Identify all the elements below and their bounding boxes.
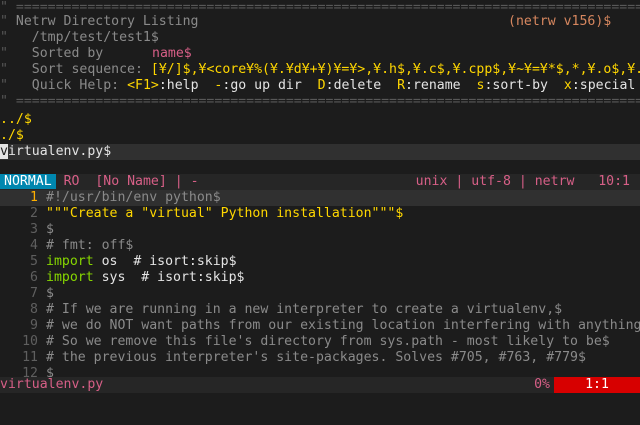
help-key-rename: R — [397, 78, 406, 93]
netrw-rule-bottom: " ======================================… — [0, 94, 640, 109]
code-line[interactable]: 2 """Create a "virtual" Python installati… — [0, 206, 640, 222]
code-text: os # isort:skip$ — [93, 254, 237, 269]
netrw-path: /tmp/test/test1$ — [31, 30, 159, 45]
netrw-sorted-line: " Sorted by name$ — [0, 46, 192, 61]
line-number: 6 — [30, 270, 38, 285]
status-filename: virtualenv.py — [0, 377, 104, 392]
netrw-title-line: " Netrw Directory Listing (netrw v156)$ — [0, 14, 612, 29]
code-line[interactable]: 10 # So we remove this file's directory f… — [0, 334, 640, 350]
keyword: import — [46, 270, 94, 285]
cursor: v — [0, 144, 8, 159]
code-line[interactable]: 1 #!/usr/bin/env python$ — [0, 190, 640, 206]
sorted-by-value: name$ — [152, 46, 192, 61]
dir-entry-parent[interactable]: ../$ — [0, 112, 640, 128]
code-text: $ — [46, 222, 54, 237]
line-number: 4 — [30, 238, 38, 253]
code-text: """Create a "virtual" Python installatio… — [46, 206, 404, 221]
line-number: 9 — [30, 318, 38, 333]
file-info: unix | utf-8 | netrw 10:1 — [415, 174, 630, 189]
line-number: 8 — [30, 302, 38, 317]
netrw-quickhelp-line: " Quick Help: <F1>:help -:go up dir D:de… — [0, 78, 636, 93]
code-text: # fmt: off$ — [46, 238, 134, 253]
buffer-flags: RO [No Name] | - — [63, 174, 199, 189]
help-action-help: :help — [158, 78, 199, 93]
help-action-delete: :delete — [325, 78, 382, 93]
netrw-version: (netrw v156)$ — [508, 14, 612, 29]
code-text: # the previous interpreter's site-packag… — [46, 350, 586, 365]
code-text: sys # isort:skip$ — [93, 270, 245, 285]
help-key-delete: D — [317, 78, 326, 93]
line-number: 5 — [30, 254, 38, 269]
quick-help-label: Quick Help: — [31, 78, 120, 93]
code-line[interactable]: 3 $ — [0, 222, 640, 238]
code-line[interactable]: 6 import sys # isort:skip$ — [0, 270, 640, 286]
code-line[interactable]: 4 # fmt: off$ — [0, 238, 640, 254]
netrw-path-line: " /tmp/test/test1$ — [0, 30, 159, 45]
code-text: $ — [46, 286, 54, 301]
line-number: 7 — [30, 286, 38, 301]
code-text: # we do NOT want paths from our existing… — [46, 318, 640, 333]
dir-entry-current[interactable]: ./$ — [0, 128, 640, 144]
sort-seq-value: [¥/]$,¥<core¥%(¥.¥d¥+¥)¥=¥>,¥.h$,¥.c$,¥.… — [150, 62, 640, 77]
line-number: 3 — [30, 222, 38, 237]
code-line[interactable]: 5 import os # isort:skip$ — [0, 254, 640, 270]
sort-seq-label: Sort sequence: — [31, 62, 143, 77]
status-position: 1:1 — [554, 377, 640, 393]
code-text: # So we remove this file's directory fro… — [46, 334, 610, 349]
line-number: 1 — [30, 190, 38, 205]
netrw-title: Netrw Directory Listing — [15, 14, 199, 29]
netrw-sortseq-line: " Sort sequence: [¥/]$,¥<core¥%(¥.¥d¥+¥)… — [0, 62, 640, 78]
keyword: import — [46, 254, 94, 269]
code-line[interactable]: 8 # If we are running in a new interprete… — [0, 302, 640, 318]
code-line[interactable]: 7 $ — [0, 286, 640, 302]
help-action-special: :special — [571, 78, 636, 93]
help-action-rename: :rename — [405, 78, 461, 93]
line-number: 11 — [22, 350, 38, 365]
sorted-by-label: Sorted by — [31, 46, 104, 61]
help-key-f1: <F1> — [127, 78, 159, 93]
code-line[interactable]: 9 # we do NOT want paths from our existin… — [0, 318, 640, 334]
mode-indicator: NORMAL — [0, 174, 56, 189]
help-action-updir: :go up dir — [222, 78, 302, 93]
code-text: #!/usr/bin/env python$ — [46, 190, 221, 205]
status-percent: 0% — [534, 377, 550, 392]
line-number: 2 — [30, 206, 38, 221]
statusline-netrw: NORMAL RO [No Name] | - unix | utf-8 | ne… — [0, 174, 640, 190]
code-line[interactable]: 11 # the previous interpreter's site-pack… — [0, 350, 640, 366]
line-number: 10 — [22, 334, 38, 349]
help-action-sort: :sort-by — [484, 78, 548, 93]
help-key-special: x — [563, 78, 572, 93]
statusline-editor: virtualenv.py 0% 1:1 — [0, 377, 640, 393]
code-text: # If we are running in a new interpreter… — [46, 302, 563, 317]
file-entry-virtualenv[interactable]: virtualenv.py$ — [0, 144, 640, 160]
